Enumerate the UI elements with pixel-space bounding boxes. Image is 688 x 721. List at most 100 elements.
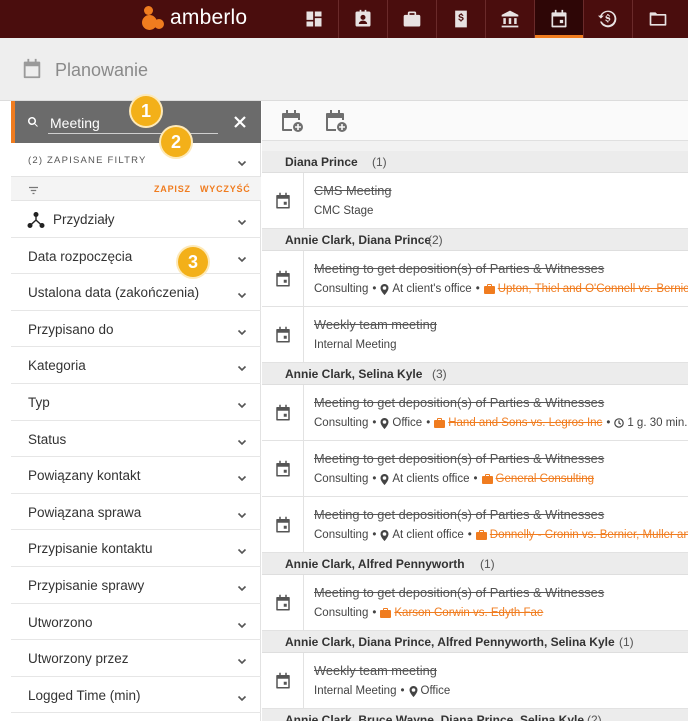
event-row[interactable]: Meeting to get deposition(s) of Parties … xyxy=(262,385,688,441)
event-title[interactable]: Meeting to get deposition(s) of Parties … xyxy=(314,261,604,276)
filter-label: Utworzony przez xyxy=(28,651,129,667)
event-row[interactable]: Meeting to get deposition(s) of Parties … xyxy=(262,441,688,497)
filter-related-matter[interactable]: Powiązana sprawa xyxy=(11,494,261,531)
nav-time-billing[interactable] xyxy=(584,0,633,38)
filter-contact-assignment[interactable]: Przypisanie kontaktu xyxy=(11,530,261,567)
saved-filters-dropdown[interactable]: (2) ZAPISANE FILTRY xyxy=(11,143,261,177)
group-count: (3) xyxy=(432,367,447,381)
separator-dot: • xyxy=(473,473,478,485)
filter-assigned-to[interactable]: Przypisano do xyxy=(11,311,261,348)
separator-dot: • xyxy=(400,685,405,697)
nav-contacts[interactable] xyxy=(339,0,388,38)
chevron-down-icon xyxy=(237,251,247,262)
event-title[interactable]: Meeting to get deposition(s) of Parties … xyxy=(314,585,604,600)
event-meta: Consulting • At client's office • Upton, Thi… xyxy=(314,283,688,295)
chevron-down-icon xyxy=(237,287,247,299)
filter-actions-row: ZAPISZ WYCZYŚĆ xyxy=(11,177,261,201)
event-title[interactable]: Weekly team meeting xyxy=(314,663,437,678)
filter-start-date[interactable]: Data rozpoczęcia xyxy=(11,238,261,275)
clear-search-icon[interactable] xyxy=(231,113,249,131)
filter-label: Logged Time (min) xyxy=(28,687,141,703)
event-meta: Consulting • Karson Corwin vs. Edyth Fae xyxy=(314,607,543,619)
add-calendar-event-icon[interactable] xyxy=(324,109,348,133)
group-count: (2) xyxy=(587,713,602,721)
clear-filters-button[interactable]: WYCZYŚĆ xyxy=(200,184,251,194)
event-row[interactable]: Weekly team meeting Internal Meeting • Offi… xyxy=(262,653,688,709)
chevron-down-icon xyxy=(237,397,247,409)
filter-assignments[interactable]: Przydziały xyxy=(11,201,261,238)
event-row[interactable]: CMS Meeting CMC Stage xyxy=(262,173,688,229)
event-duration: 1 g. 30 min. xyxy=(627,417,688,429)
nav-calendar[interactable] xyxy=(535,0,584,38)
calendar-icon xyxy=(551,9,567,28)
event-row[interactable]: Meeting to get deposition(s) of Parties … xyxy=(262,575,688,631)
event-row[interactable]: Meeting to get deposition(s) of Parties … xyxy=(262,497,688,553)
calendar-icon xyxy=(21,58,43,80)
calendar-icon xyxy=(274,326,292,344)
nav-dashboard[interactable] xyxy=(290,0,339,38)
nav-documents[interactable] xyxy=(633,0,682,38)
event-meta: Consulting • At client office • Donnelly - C… xyxy=(314,529,688,541)
event-matter-name: General Consulting xyxy=(495,473,594,485)
event-matter-link[interactable]: General Consulting xyxy=(481,473,594,485)
event-matter-link[interactable]: Hand and Sons vs. Legros Inc xyxy=(434,417,602,429)
add-event-icon[interactable] xyxy=(280,109,304,133)
filter-label: Status xyxy=(28,431,67,447)
chevron-down-icon xyxy=(237,653,247,665)
briefcase-icon xyxy=(434,418,446,428)
amberlo-logo[interactable]: amberlo xyxy=(142,6,247,30)
page-title: Planowanie xyxy=(55,60,149,80)
group-assignees: Annie Clark, Alfred Pennyworth xyxy=(285,557,465,571)
group-header: Annie Clark, Bruce Wayne, Diana Prince, … xyxy=(262,709,688,721)
group-count: (1) xyxy=(372,155,387,169)
filter-type[interactable]: Typ xyxy=(11,384,261,421)
chevron-down-icon xyxy=(237,617,247,628)
filter-status[interactable]: Status xyxy=(11,421,261,458)
event-matter-link[interactable]: Upton, Thiel and O'Connell vs. Bernier, … xyxy=(483,283,688,295)
event-matter-link[interactable]: Karson Corwin vs. Edyth Fae xyxy=(380,607,543,619)
event-row[interactable]: Meeting to get deposition(s) of Parties … xyxy=(262,251,688,307)
location-pin-icon xyxy=(380,417,389,429)
save-filter-button[interactable]: ZAPISZ xyxy=(154,184,191,194)
filter-created-by[interactable]: Utworzony przez xyxy=(11,640,261,677)
dashboard-icon xyxy=(306,11,322,27)
calendar-icon xyxy=(274,404,292,422)
calendar-icon xyxy=(274,460,292,478)
filter-created[interactable]: Utworzono xyxy=(11,604,261,641)
filter-matter-assignment[interactable]: Przypisanie sprawy xyxy=(11,567,261,604)
nav-finance[interactable] xyxy=(486,0,535,38)
nav-matters[interactable] xyxy=(388,0,437,38)
event-title[interactable]: Meeting to get deposition(s) of Parties … xyxy=(314,451,604,466)
event-category: CMC Stage xyxy=(314,205,374,217)
event-location: Office xyxy=(420,685,451,697)
event-category: Consulting xyxy=(314,417,369,429)
group-count: (2) xyxy=(428,233,443,247)
top-navigation xyxy=(290,0,682,38)
event-matter-name: Karson Corwin vs. Edyth Fae xyxy=(394,607,544,619)
filter-logged-time[interactable]: Logged Time (min) xyxy=(11,677,261,714)
top-bar: amberlo xyxy=(0,0,688,38)
calendar-icon xyxy=(274,594,292,612)
filter-due-date[interactable]: Ustalona data (zakończenia) xyxy=(11,274,261,311)
search-icon xyxy=(27,115,39,127)
filter-label: Przypisano do xyxy=(28,321,114,337)
separator-dot: • xyxy=(372,417,377,429)
event-title[interactable]: Meeting to get deposition(s) of Parties … xyxy=(314,507,604,522)
chevron-down-icon xyxy=(237,360,247,372)
event-icon-column xyxy=(262,497,304,552)
filter-category[interactable]: Kategoria xyxy=(11,347,261,384)
separator-dot: • xyxy=(467,529,472,541)
event-matter-name: Hand and Sons vs. Legros Inc xyxy=(448,417,603,429)
filter-related-contact[interactable]: Powiązany kontakt xyxy=(11,457,261,494)
events-toolbar xyxy=(262,101,688,141)
group-assignees: Annie Clark, Diana Prince xyxy=(285,233,432,247)
event-title[interactable]: Weekly team meeting xyxy=(314,317,437,332)
nav-billing[interactable] xyxy=(437,0,486,38)
event-title[interactable]: Meeting to get deposition(s) of Parties … xyxy=(314,395,604,410)
separator-dot: • xyxy=(475,283,480,295)
callout-badge: 1 xyxy=(131,96,161,126)
event-title[interactable]: CMS Meeting xyxy=(314,183,392,198)
event-meta: CMC Stage xyxy=(314,205,373,217)
event-row[interactable]: Weekly team meeting Internal Meeting xyxy=(262,307,688,363)
event-matter-link[interactable]: Donnelly - Cronin vs. Bernier, Muller an… xyxy=(475,529,688,541)
